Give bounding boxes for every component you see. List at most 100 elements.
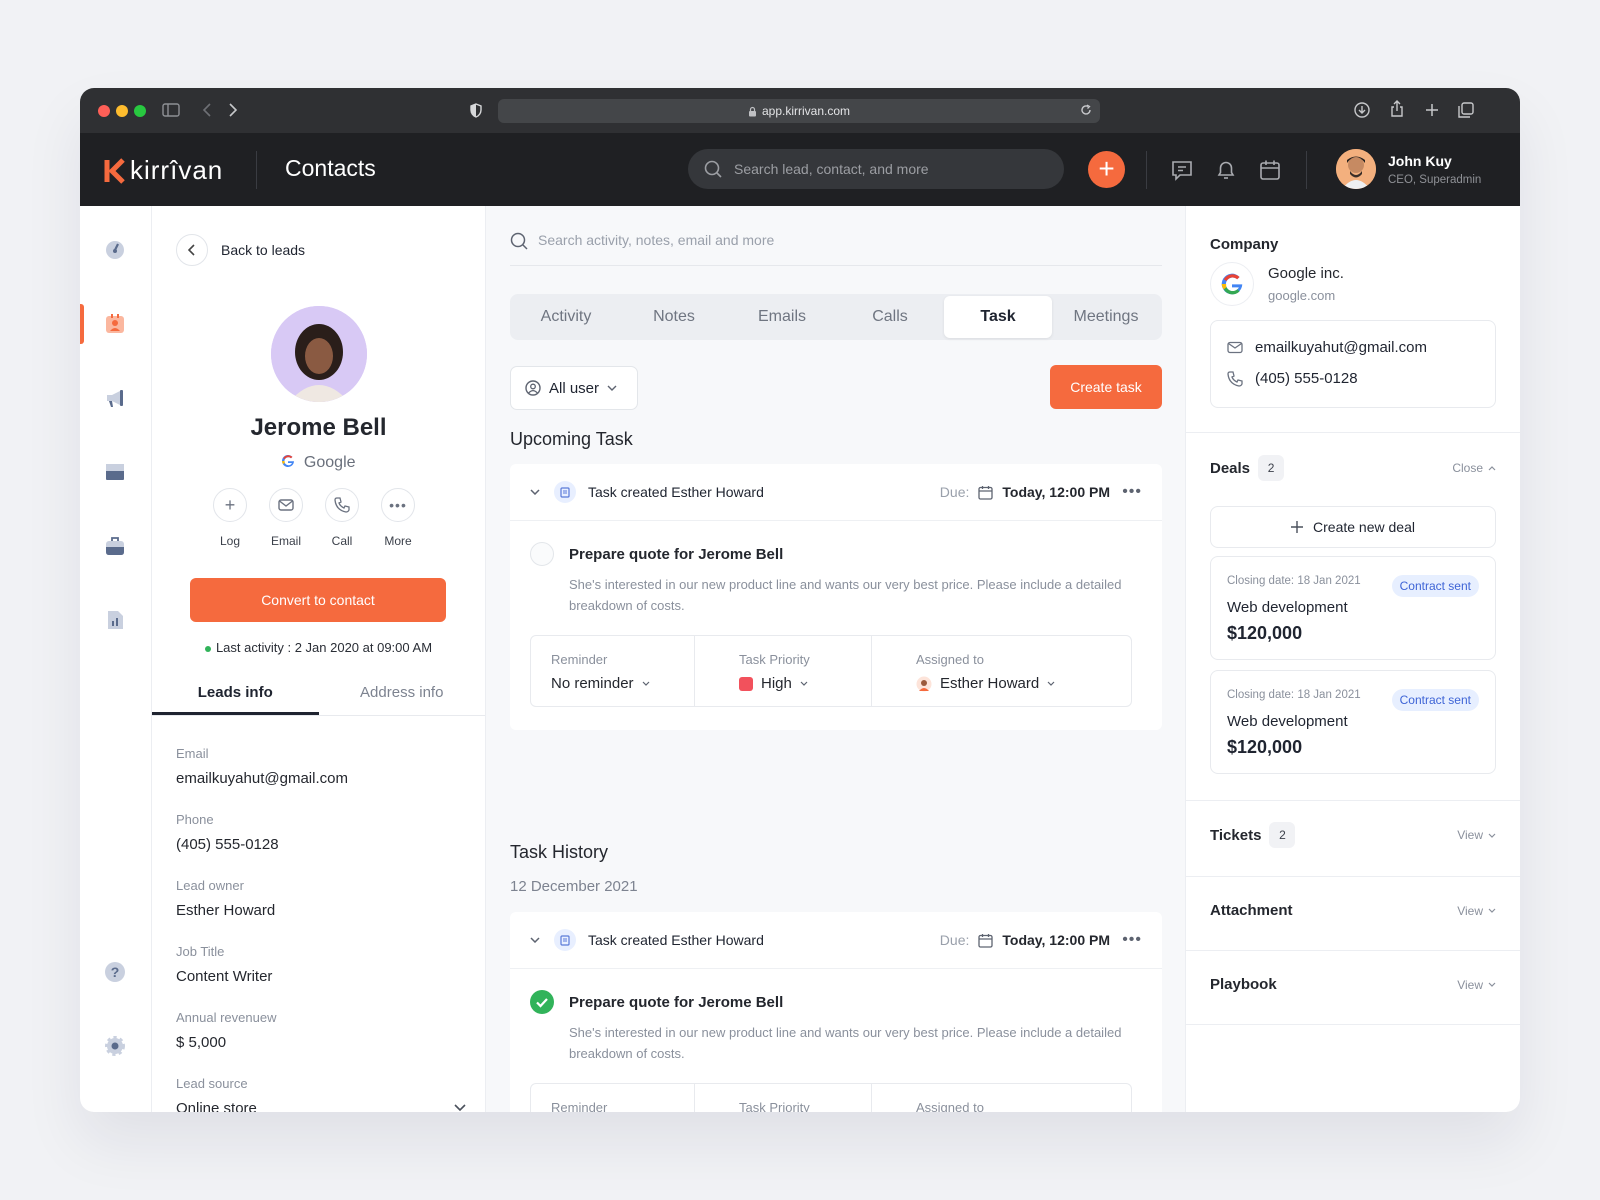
log-action[interactable]: + Log bbox=[212, 488, 248, 548]
view-label: View bbox=[1457, 828, 1483, 842]
deals-header: Deals 2 Close bbox=[1210, 455, 1496, 481]
attachment-view-toggle[interactable]: View bbox=[1457, 904, 1496, 918]
more-dots-icon[interactable]: ••• bbox=[1122, 483, 1142, 501]
playbook-view-toggle[interactable]: View bbox=[1457, 978, 1496, 992]
share-icon[interactable] bbox=[1390, 100, 1404, 118]
priority-field[interactable]: Task Priority High bbox=[694, 1084, 871, 1112]
email-label: Email bbox=[270, 534, 301, 548]
close-window-button[interactable] bbox=[98, 105, 110, 117]
reminder-field[interactable]: Reminder No reminder bbox=[531, 636, 694, 706]
tickets-header[interactable]: Tickets 2 View bbox=[1210, 822, 1496, 848]
attachment-header[interactable]: Attachment View bbox=[1210, 902, 1496, 919]
create-new-deal-button[interactable]: Create new deal bbox=[1210, 506, 1496, 548]
user-filter-dropdown[interactable]: All user bbox=[510, 366, 638, 410]
tab-task[interactable]: Task bbox=[944, 296, 1052, 338]
tickets-view-toggle[interactable]: View bbox=[1457, 828, 1496, 842]
phone-icon bbox=[1227, 370, 1243, 387]
activity-search-input[interactable]: Search activity, notes, email and more bbox=[510, 230, 1162, 266]
sidebar-toggle-icon[interactable] bbox=[162, 103, 180, 117]
reload-icon[interactable] bbox=[1080, 104, 1092, 116]
chevron-down-icon bbox=[1047, 681, 1055, 686]
field-value-phone: (405) 555-0128 bbox=[176, 836, 279, 853]
task-complete-checkbox[interactable] bbox=[530, 542, 554, 566]
new-tab-icon[interactable] bbox=[1425, 103, 1439, 117]
tab-emails[interactable]: Emails bbox=[728, 296, 836, 338]
global-search-input[interactable]: Search lead, contact, and more bbox=[688, 149, 1064, 189]
shield-icon[interactable] bbox=[470, 103, 482, 118]
lead-company: Google bbox=[152, 454, 485, 472]
reminder-label: Reminder bbox=[551, 1100, 608, 1112]
more-label: More bbox=[384, 534, 412, 548]
minimize-window-button[interactable] bbox=[116, 105, 128, 117]
chevron-down-icon[interactable] bbox=[530, 489, 540, 495]
search-icon bbox=[704, 160, 722, 178]
dashboard-icon[interactable] bbox=[103, 238, 127, 262]
field-value-job-title: Content Writer bbox=[176, 968, 273, 985]
url-text: app.kirrivan.com bbox=[761, 104, 851, 118]
plus-icon bbox=[1291, 521, 1304, 533]
more-dots-icon[interactable]: ••• bbox=[1122, 931, 1142, 949]
tab-leads-info[interactable]: Leads info bbox=[152, 676, 319, 715]
deals-close-toggle[interactable]: Close bbox=[1452, 461, 1496, 475]
bell-icon[interactable] bbox=[1214, 158, 1238, 182]
playbook-header[interactable]: Playbook View bbox=[1210, 976, 1496, 993]
tab-meetings[interactable]: Meetings bbox=[1052, 296, 1160, 338]
tab-calls[interactable]: Calls bbox=[836, 296, 944, 338]
convert-to-contact-button[interactable]: Convert to contact bbox=[190, 578, 446, 622]
back-to-leads-link[interactable]: Back to leads bbox=[176, 234, 305, 266]
tab-address-info[interactable]: Address info bbox=[319, 676, 486, 715]
task-complete-checkbox[interactable] bbox=[530, 990, 554, 1014]
call-action[interactable]: Call bbox=[324, 488, 360, 548]
company-email-row[interactable]: emailkuyahut@gmail.com bbox=[1227, 339, 1479, 356]
report-icon[interactable] bbox=[103, 608, 127, 632]
more-action[interactable]: ••• More bbox=[380, 488, 416, 548]
field-value-lead-source[interactable]: Online store bbox=[176, 1100, 466, 1112]
brand-logo[interactable]: kirrîvan bbox=[104, 155, 223, 186]
download-icon[interactable] bbox=[1354, 102, 1370, 118]
company-card[interactable]: Google inc. google.com bbox=[1210, 262, 1496, 306]
deal-amount: $120,000 bbox=[1227, 623, 1303, 643]
briefcase-icon[interactable] bbox=[103, 534, 127, 558]
megaphone-icon[interactable] bbox=[103, 386, 127, 410]
lead-quick-actions: + Log Email Call ••• More bbox=[212, 488, 416, 548]
calendar-icon[interactable] bbox=[1258, 158, 1282, 182]
help-icon[interactable]: ? bbox=[103, 960, 127, 984]
browser-window: app.kirrivan.com kirrîvan Contacts Searc… bbox=[80, 88, 1520, 1112]
store-icon[interactable] bbox=[103, 460, 127, 484]
status-dot bbox=[204, 645, 211, 652]
maximize-window-button[interactable] bbox=[134, 105, 146, 117]
email-action[interactable]: Email bbox=[268, 488, 304, 548]
back-arrow-icon[interactable] bbox=[202, 103, 212, 117]
more-dots-icon: ••• bbox=[381, 488, 415, 522]
create-task-button[interactable]: Create task bbox=[1050, 365, 1162, 409]
priority-field[interactable]: Task Priority High bbox=[694, 636, 871, 706]
company-name: Google inc. bbox=[1268, 265, 1344, 282]
assignee-field[interactable]: Assigned to Esther Howard bbox=[871, 1084, 1131, 1112]
assignee-field[interactable]: Assigned to Esther Howard bbox=[871, 636, 1131, 706]
lead-source-value: Online store bbox=[176, 1100, 257, 1112]
deal-closing-date: Closing date: 18 Jan 2021 bbox=[1227, 575, 1361, 587]
due-value: Today, 12:00 PM bbox=[1002, 932, 1110, 948]
forward-arrow-icon[interactable] bbox=[228, 103, 238, 117]
quick-add-button[interactable]: + bbox=[1088, 151, 1125, 188]
plus-icon: + bbox=[213, 488, 247, 522]
tabs-overview-icon[interactable] bbox=[1458, 102, 1474, 118]
contacts-icon[interactable] bbox=[103, 312, 127, 336]
settings-gear-icon[interactable] bbox=[103, 1034, 127, 1058]
deal-card[interactable]: Closing date: 18 Jan 2021 Contract sent … bbox=[1210, 556, 1496, 660]
divider bbox=[1186, 800, 1520, 801]
reminder-field[interactable]: Reminder No reminder bbox=[531, 1084, 694, 1112]
chevron-down-icon[interactable] bbox=[530, 937, 540, 943]
company-phone-row[interactable]: (405) 555-0128 bbox=[1227, 370, 1479, 387]
due-label: Due: bbox=[939, 932, 970, 948]
task-created-info: Task created Esther Howard bbox=[554, 929, 764, 951]
chat-icon[interactable] bbox=[1170, 158, 1194, 182]
tab-activity[interactable]: Activity bbox=[512, 296, 620, 338]
user-menu[interactable]: John Kuy CEO, Superadmin bbox=[1336, 149, 1481, 189]
deal-card[interactable]: Closing date: 18 Jan 2021 Contract sent … bbox=[1210, 670, 1496, 774]
assigned-label: Assigned to bbox=[916, 652, 984, 667]
google-logo-icon bbox=[1210, 262, 1254, 306]
address-bar[interactable]: app.kirrivan.com bbox=[498, 99, 1100, 123]
log-label: Log bbox=[219, 534, 241, 548]
tab-notes[interactable]: Notes bbox=[620, 296, 728, 338]
